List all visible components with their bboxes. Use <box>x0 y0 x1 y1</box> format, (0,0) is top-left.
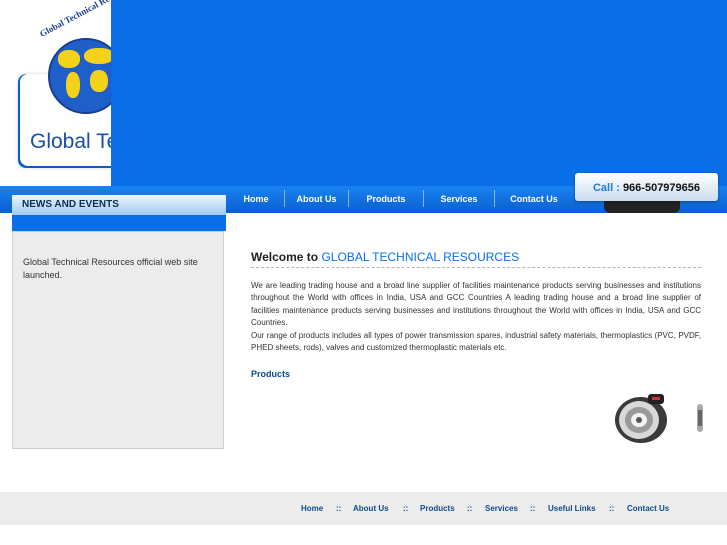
logo-name: Global Te <box>30 130 111 153</box>
footer-link-useful-links[interactable]: Useful Links <box>548 504 596 513</box>
nav-services[interactable]: Services <box>424 186 494 213</box>
footer-link-about-us[interactable]: About Us <box>353 504 389 513</box>
news-stripe <box>12 215 226 231</box>
news-title: NEWS AND EVENTS <box>22 199 119 210</box>
footer-link-services[interactable]: Services <box>485 504 518 513</box>
products-link[interactable]: Products <box>251 369 290 379</box>
footer-separator: :: <box>336 504 342 513</box>
intro-text: We are leading trading house and a broad… <box>251 280 701 354</box>
divider <box>251 267 701 268</box>
clutch-product-image[interactable] <box>612 391 670 445</box>
footer-link-home[interactable]: Home <box>301 504 323 513</box>
welcome-prefix: Welcome to <box>251 250 319 264</box>
footer-separator: :: <box>530 504 536 513</box>
nav-home[interactable]: Home <box>228 186 284 213</box>
nav-about-us[interactable]: About Us <box>285 186 348 213</box>
footer-link-contact-us[interactable]: Contact Us <box>627 504 669 513</box>
footer-separator: :: <box>403 504 409 513</box>
news-panel: Global Technical Resources official web … <box>12 231 224 449</box>
nav-products[interactable]: Products <box>349 186 423 213</box>
intro-paragraph-2: Our range of products includes all types… <box>251 330 701 353</box>
call-label: Call : <box>592 182 620 194</box>
news-header: NEWS AND EVENTS <box>12 195 226 215</box>
nav-contact-us[interactable]: Contact Us <box>495 186 573 213</box>
product-thumbnail <box>604 199 680 213</box>
logo-arc-text: Global Technical Re <box>38 0 111 39</box>
clutch-product-image-2[interactable] <box>696 402 704 434</box>
logo[interactable]: Global Technical Re Global Te <box>0 0 111 188</box>
call-box: Call : 966-507979656 <box>575 173 718 201</box>
welcome-brand: GLOBAL TECHNICAL RESOURCES <box>321 250 520 264</box>
call-number: 966-507979656 <box>622 182 701 194</box>
news-item: Global Technical Resources official web … <box>23 257 198 280</box>
footer-separator: :: <box>609 504 615 513</box>
intro-paragraph-1: We are leading trading house and a broad… <box>251 281 701 328</box>
page-title: Welcome to GLOBAL TECHNICAL RESOURCES <box>251 250 519 264</box>
footer-link-products[interactable]: Products <box>420 504 455 513</box>
footer-separator: :: <box>467 504 473 513</box>
